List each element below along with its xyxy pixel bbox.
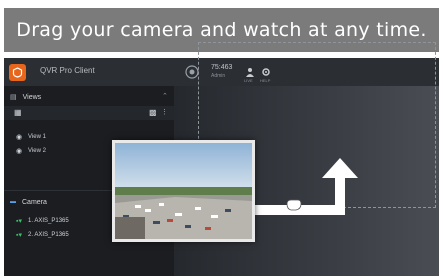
camera-item-label: 2. AXIS_P1365	[28, 231, 69, 238]
eye-icon: ◉	[16, 133, 23, 141]
camera-section-icon: ▬	[10, 199, 16, 205]
views-label: Views	[22, 93, 42, 101]
camera-online-icon: ▪▾	[16, 217, 22, 225]
views-icon: ▤	[10, 94, 17, 101]
more-icon[interactable]: ⋮	[161, 108, 168, 116]
collapse-icon[interactable]: ⌃	[162, 92, 168, 100]
views-toolbar: ▦ ▩ ⋮	[4, 106, 174, 120]
views-header[interactable]: ▤ Views	[10, 90, 41, 104]
camera-item-label: 1. AXIS_P1365	[28, 217, 69, 224]
view-label: View 1	[28, 133, 46, 140]
camera-label: Camera	[22, 198, 47, 206]
qvr-logo-icon	[9, 64, 26, 81]
camera-online-icon: ▪▾	[16, 231, 22, 239]
cursor-hand-icon	[284, 196, 302, 212]
view-label: View 2	[28, 147, 46, 154]
layout-icon[interactable]: ▦	[14, 108, 22, 117]
camera-header[interactable]: ▬ Camera	[10, 195, 47, 209]
app-title: QVR Pro Client	[40, 66, 95, 75]
eye-icon: ◉	[16, 147, 23, 155]
banner-text: Drag your camera and watch at any time.	[16, 19, 427, 41]
grid-icon[interactable]: ▩	[149, 108, 157, 117]
camera-thumbnail[interactable]	[112, 140, 255, 242]
